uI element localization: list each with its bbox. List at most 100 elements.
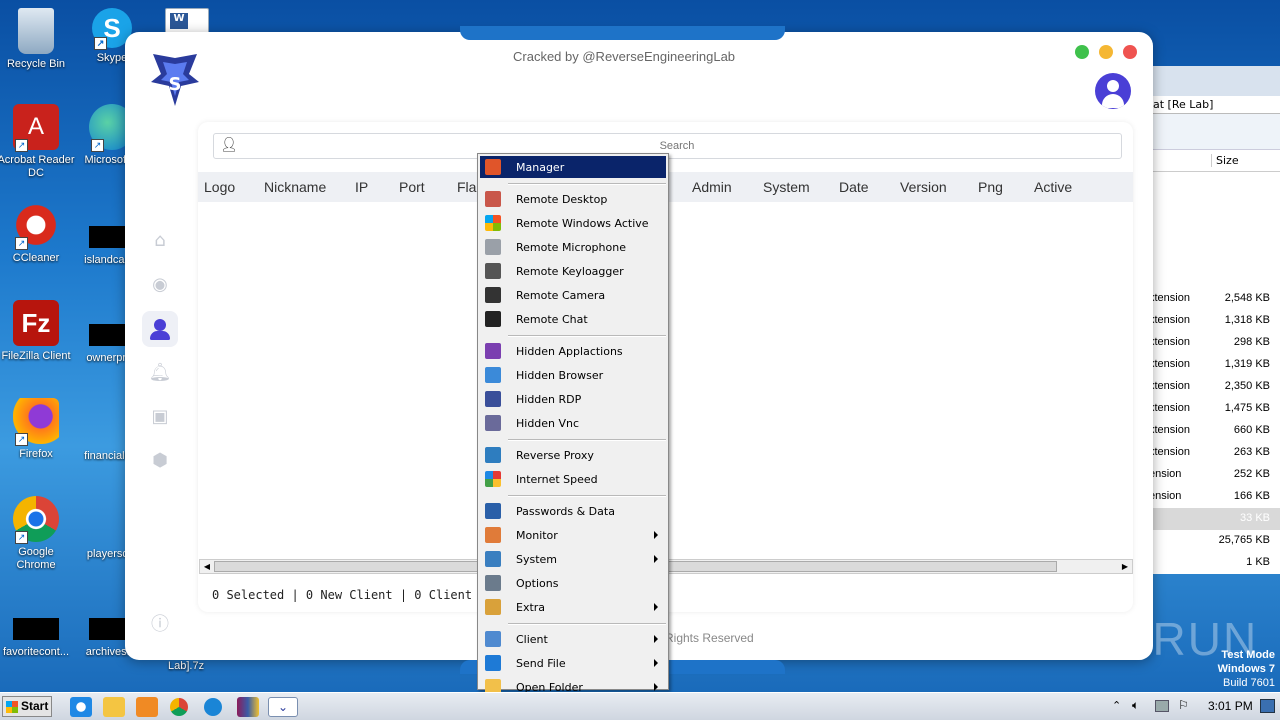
column-header[interactable]: Port [399, 179, 425, 195]
desktop-icon-label: Lab].7z [168, 660, 205, 672]
ccleaner-icon: ↗ [13, 202, 59, 250]
menu-item-options[interactable]: Options [480, 572, 666, 594]
column-header[interactable]: Logo [204, 179, 235, 195]
desktop-icon-acrobat[interactable]: A ↗ Acrobat Reader DC [0, 104, 76, 180]
column-header[interactable]: Nickname [264, 179, 326, 195]
desktop-icon-recycle-bin[interactable]: Recycle Bin [0, 8, 76, 71]
chrome-icon: ↗ [13, 496, 59, 544]
menu-separator [508, 623, 666, 625]
explorer-row[interactable]: xtension 1,475 KB [1149, 398, 1280, 420]
submenu-arrow-icon [654, 659, 658, 667]
menu-item-remote-camera[interactable]: Remote Camera [480, 284, 666, 306]
menu-item-client[interactable]: Client [480, 628, 666, 650]
column-header[interactable]: Version [900, 179, 947, 195]
close-button[interactable] [1123, 45, 1137, 59]
explorer-window[interactable]: at [Re Lab] Size xtension 2,548 KB xtensio… [1148, 66, 1280, 574]
context-menu[interactable]: Manager Remote Desktop Remote Windows Acti… [477, 153, 669, 695]
desktop-icon-label: FileZilla Client [1, 350, 71, 362]
menu-item-extra[interactable]: Extra [480, 596, 666, 618]
menu-item-internet-speed[interactable]: Internet Speed [480, 468, 666, 490]
search-input[interactable] [242, 136, 1112, 156]
edge-taskbar-icon[interactable] [204, 698, 222, 716]
bell-icon[interactable]: 🔔︎ [147, 359, 173, 385]
header-text: Cracked by @ReverseEngineeringLab [513, 49, 736, 64]
winrar-icon[interactable] [237, 697, 259, 717]
explorer-size: 1 KB [1246, 556, 1270, 568]
windows-icon [485, 215, 501, 231]
info-icon[interactable]: ⓘ [147, 610, 173, 636]
volume-icon[interactable]: 🔈︎ [1132, 698, 1139, 713]
explorer-address: at [Re Lab] [1149, 96, 1280, 114]
menu-item-label: System [516, 552, 558, 566]
menu-item-remote-keyloagger[interactable]: Remote Keyloagger [480, 260, 666, 282]
explorer-row[interactable]: xtension 263 KB [1149, 442, 1280, 464]
explorer-row[interactable]: xtension 660 KB [1149, 420, 1280, 442]
explorer-row[interactable]: xtension 298 KB [1149, 332, 1280, 354]
status-bar: 0 Selected | 0 New Client | 0 Client [212, 588, 473, 602]
redacted-thumbnail [13, 618, 59, 640]
flag-icon[interactable]: ⚐ [1178, 698, 1189, 712]
menu-item-system[interactable]: System [480, 548, 666, 570]
maximize-button[interactable] [1075, 45, 1089, 59]
column-header[interactable]: System [763, 179, 810, 195]
explorer-row[interactable]: xtension 1,319 KB [1149, 354, 1280, 376]
settings-icon[interactable]: ⬢ [147, 447, 173, 473]
explorer-row[interactable]: ension 166 KB [1149, 486, 1280, 508]
minimize-button[interactable] [1099, 45, 1113, 59]
explorer-size: 252 KB [1233, 468, 1270, 480]
scroll-right-button[interactable]: ▶ [1119, 561, 1131, 572]
menu-item-manager[interactable]: Manager [480, 156, 666, 178]
menu-item-remote-chat[interactable]: Remote Chat [480, 308, 666, 330]
menu-item-remote-desktop[interactable]: Remote Desktop [480, 188, 666, 210]
tray-chevron-icon[interactable]: ⌃ [1112, 699, 1121, 712]
column-header[interactable]: Active [1034, 179, 1072, 195]
submenu-arrow-icon [654, 635, 658, 643]
menu-item-hidden-browser[interactable]: Hidden Browser [480, 364, 666, 386]
explorer-row[interactable]: xtension 2,350 KB [1149, 376, 1280, 398]
menu-item-send-file[interactable]: Send File [480, 652, 666, 674]
home-icon[interactable]: ⌂ [147, 227, 173, 253]
clock[interactable]: 3:01 PM [1208, 699, 1253, 713]
menu-item-reverse-proxy[interactable]: Reverse Proxy [480, 444, 666, 466]
explorer-row[interactable]: 33 KB [1149, 508, 1280, 530]
eye-icon[interactable]: ◉ [147, 271, 173, 297]
sidebar-item-users[interactable] [142, 311, 178, 347]
column-header[interactable]: IP [355, 179, 368, 195]
desktop-icon-favoritecont[interactable]: favoritecont... [0, 606, 76, 659]
show-desktop-button[interactable] [1260, 699, 1275, 713]
svg-text:S: S [169, 74, 182, 95]
start-button[interactable]: Start [2, 696, 52, 717]
desktop-icon-firefox[interactable]: ↗ Firefox [0, 398, 76, 461]
menu-item-passwords-data[interactable]: Passwords & Data [480, 500, 666, 522]
network-icon[interactable] [1155, 700, 1169, 712]
desktop-icon-filezilla[interactable]: Fz FileZilla Client [0, 300, 76, 363]
menu-item-remote-windows-active[interactable]: Remote Windows Active [480, 212, 666, 234]
scroll-left-button[interactable]: ◀ [201, 561, 213, 572]
app-taskbar-button[interactable]: ⌄ [268, 697, 298, 717]
explorer-row[interactable]: xtension 2,548 KB [1149, 288, 1280, 310]
explorer-row[interactable]: xtension 1,318 KB [1149, 310, 1280, 332]
explorer-row[interactable]: 1 KB [1149, 552, 1280, 574]
column-header[interactable]: Admin [692, 179, 732, 195]
submenu-arrow-icon [654, 555, 658, 563]
media-player-icon[interactable] [136, 697, 158, 717]
column-header[interactable]: Png [978, 179, 1003, 195]
monitor-icon [485, 527, 501, 543]
desktop-icon-ccleaner[interactable]: ↗ CCleaner [0, 202, 76, 265]
word-doc-icon[interactable]: W [165, 8, 209, 34]
desktop-icon-chrome[interactable]: ↗ Google Chrome [0, 496, 76, 572]
menu-item-hidden-vnc[interactable]: Hidden Vnc [480, 412, 666, 434]
menu-item-hidden-rdp[interactable]: Hidden RDP [480, 388, 666, 410]
user-avatar-button[interactable] [1095, 73, 1131, 109]
ie-icon[interactable] [70, 697, 92, 717]
explorer-row[interactable]: 25,765 KB [1149, 530, 1280, 552]
explorer-row[interactable]: ension 252 KB [1149, 464, 1280, 486]
menu-item-remote-microphone[interactable]: Remote Microphone [480, 236, 666, 258]
chrome-taskbar-icon[interactable] [170, 698, 188, 716]
explorer-icon[interactable] [103, 697, 125, 717]
explorer-col-size[interactable]: Size [1211, 154, 1239, 167]
robot-icon[interactable]: ▣ [147, 403, 173, 429]
menu-item-hidden-applactions[interactable]: Hidden Applactions [480, 340, 666, 362]
menu-item-monitor[interactable]: Monitor [480, 524, 666, 546]
column-header[interactable]: Date [839, 179, 869, 195]
